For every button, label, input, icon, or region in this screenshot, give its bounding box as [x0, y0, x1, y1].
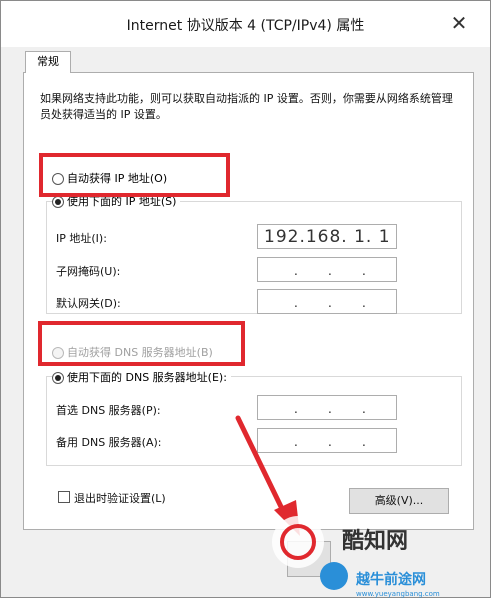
watermark-text-1: 酷知网 [342, 528, 408, 554]
tab-general[interactable]: 常规 [25, 51, 71, 73]
watermark-text-2: 越牛前途网 [355, 571, 426, 588]
red-arrow-icon [235, 415, 300, 536]
watermark-text-3: www.yueyangbang.com [356, 590, 440, 598]
watermark-logo: 酷知网 越牛前途网 www.yueyangbang.com [272, 516, 440, 598]
